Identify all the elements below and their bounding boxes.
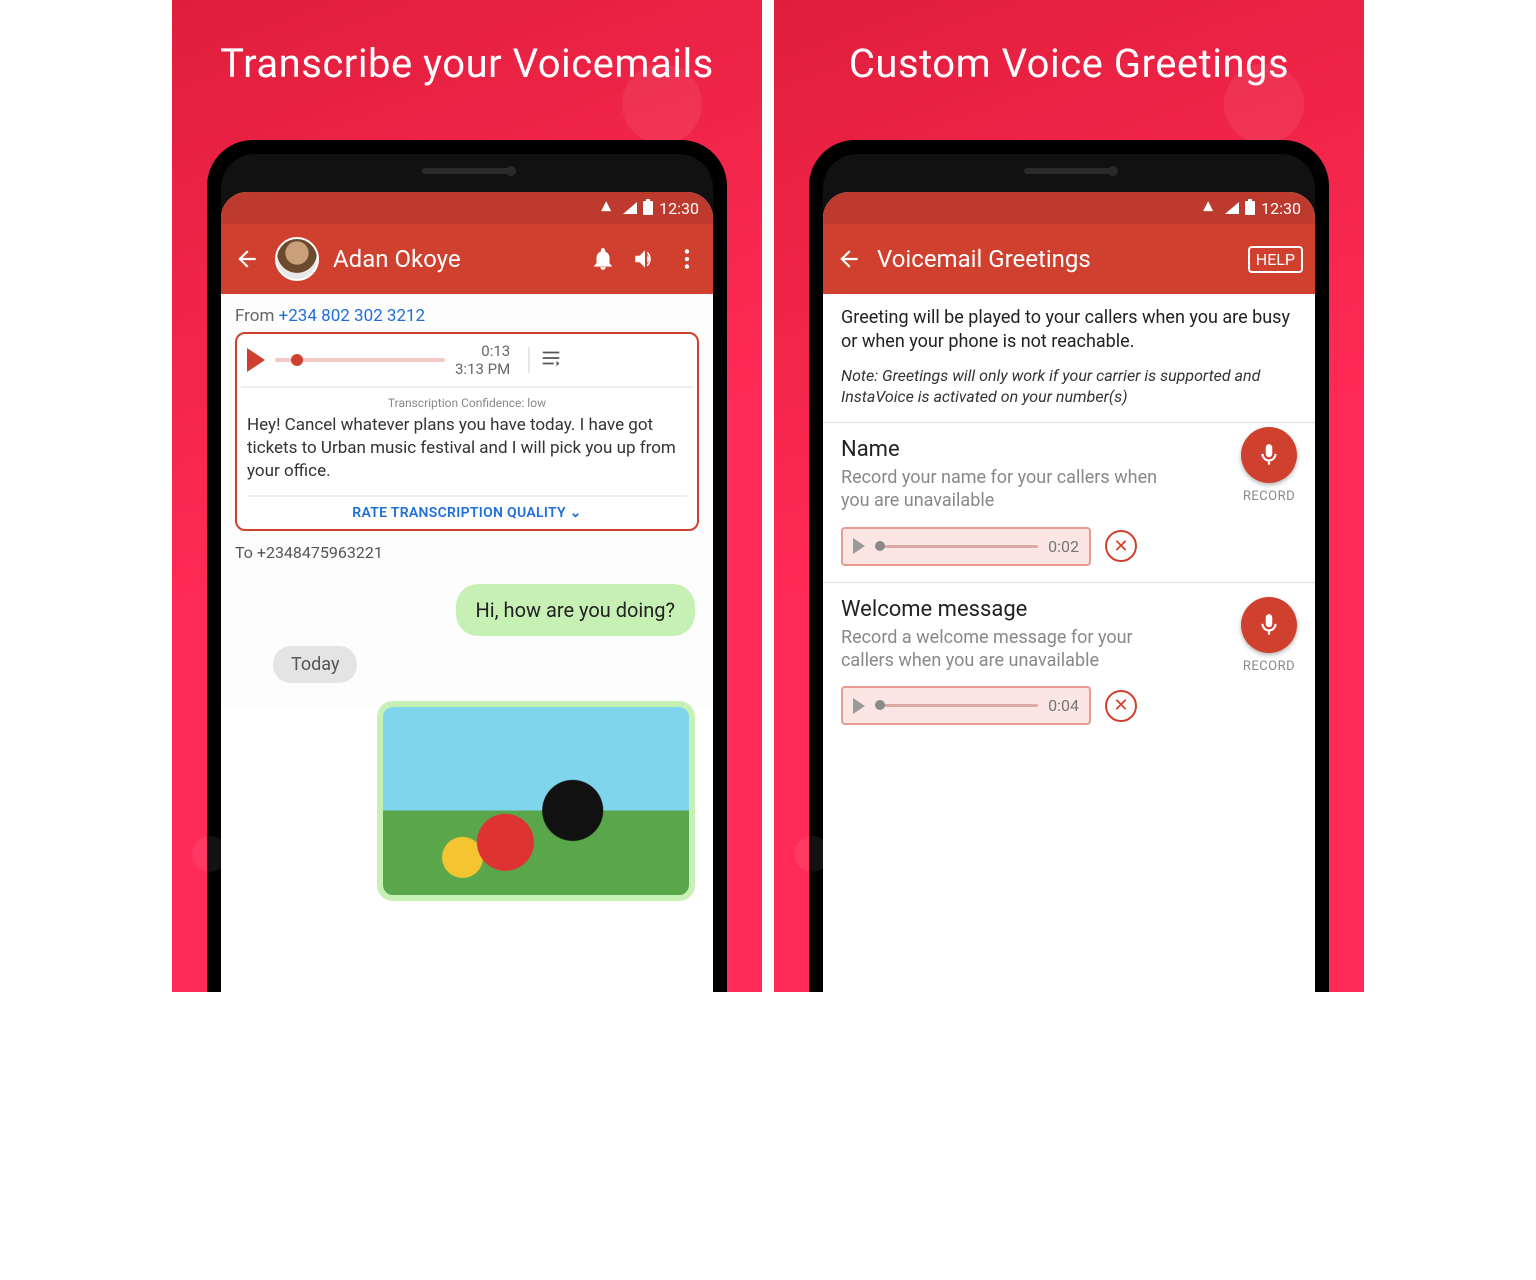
- phone-frame: 12:30 Voicemail Greetings HELP Greeting …: [809, 140, 1329, 992]
- record-label: RECORD: [1243, 489, 1295, 504]
- section-title: Name: [841, 437, 1297, 462]
- section-title: Welcome message: [841, 597, 1297, 622]
- audio-duration: 0:04: [1048, 696, 1079, 715]
- image-message-bubble[interactable]: [377, 701, 695, 901]
- avatar[interactable]: [275, 237, 319, 281]
- notification-bell-icon[interactable]: [589, 245, 617, 273]
- app-screen-right: 12:30 Voicemail Greetings HELP Greeting …: [823, 192, 1315, 992]
- audio-duration: 0:02: [1048, 537, 1079, 556]
- greeting-note: Note: Greetings will only work if your c…: [841, 365, 1297, 408]
- screen-title: Voicemail Greetings: [877, 245, 1234, 273]
- status-time: 12:30: [659, 199, 699, 218]
- signal-icon: [623, 202, 637, 214]
- back-button[interactable]: [233, 245, 261, 273]
- play-button[interactable]: [247, 348, 265, 372]
- welcome-audio-player[interactable]: 0:04: [841, 686, 1091, 725]
- outgoing-message-bubble[interactable]: Hi, how are you doing?: [456, 584, 695, 636]
- section-name: RECORD Name Record your name for your ca…: [823, 422, 1315, 582]
- phone-frame: 12:30 Adan Okoye: [207, 140, 727, 992]
- status-time: 12:30: [1261, 199, 1301, 218]
- back-button[interactable]: [835, 245, 863, 273]
- contact-name: Adan Okoye: [333, 245, 575, 273]
- section-subtitle: Record your name for your callers when y…: [841, 466, 1297, 513]
- chevron-down-icon: ⌄: [570, 505, 582, 521]
- transcription-toggle-icon[interactable]: [528, 347, 558, 373]
- section-subtitle: Record a welcome message for your caller…: [841, 626, 1297, 673]
- play-icon: [853, 538, 865, 554]
- battery-icon: [1245, 201, 1255, 215]
- voicemail-card: 0:13 3:13 PM Transcription Confidence: l…: [235, 332, 699, 531]
- audio-timestamp: 3:13 PM: [455, 360, 510, 378]
- audio-duration: 0:13: [455, 342, 510, 360]
- speaker-icon[interactable]: [631, 245, 659, 273]
- signal-icon: [1225, 202, 1239, 214]
- seek-bar[interactable]: [875, 704, 1038, 707]
- app-screen-left: 12:30 Adan Okoye: [221, 192, 713, 992]
- delete-welcome-button[interactable]: ✕: [1105, 690, 1137, 722]
- wifi-icon: [1203, 202, 1219, 214]
- battery-icon: [643, 201, 653, 215]
- day-separator: Today: [273, 646, 357, 683]
- greeting-info: Greeting will be played to your callers …: [823, 294, 1315, 422]
- delete-name-button[interactable]: ✕: [1105, 530, 1137, 562]
- promo-panel-right: Custom Voice Greetings 12:30 Voic: [774, 0, 1364, 992]
- status-bar: 12:30: [823, 192, 1315, 224]
- name-audio-player[interactable]: 0:02: [841, 527, 1091, 566]
- panel-title-right: Custom Voice Greetings: [774, 0, 1364, 117]
- seek-bar[interactable]: [275, 358, 445, 362]
- panel-title-left: Transcribe your Voicemails: [172, 0, 762, 117]
- from-number[interactable]: +234 802 302 3212: [279, 306, 426, 326]
- to-line: To +2348475963221: [235, 531, 699, 574]
- play-icon: [853, 698, 865, 714]
- transcription-confidence: Transcription Confidence: low: [247, 396, 687, 410]
- seek-bar[interactable]: [875, 545, 1038, 548]
- rate-transcription-button[interactable]: RATE TRANSCRIPTION QUALITY ⌄: [247, 495, 687, 521]
- from-line: From +234 802 302 3212: [235, 304, 699, 332]
- wifi-icon: [601, 202, 617, 214]
- section-welcome: RECORD Welcome message Record a welcome …: [823, 582, 1315, 742]
- app-bar: Voicemail Greetings HELP: [823, 224, 1315, 294]
- record-welcome-button[interactable]: [1241, 597, 1297, 653]
- overflow-menu-icon[interactable]: [673, 245, 701, 273]
- app-bar: Adan Okoye: [221, 224, 713, 294]
- transcript-text: Hey! Cancel whatever plans you have toda…: [247, 410, 687, 489]
- record-label: RECORD: [1243, 659, 1295, 674]
- help-button[interactable]: HELP: [1248, 246, 1303, 273]
- promo-panel-left: Transcribe your Voicemails 12:30: [172, 0, 762, 992]
- record-name-button[interactable]: [1241, 427, 1297, 483]
- status-bar: 12:30: [221, 192, 713, 224]
